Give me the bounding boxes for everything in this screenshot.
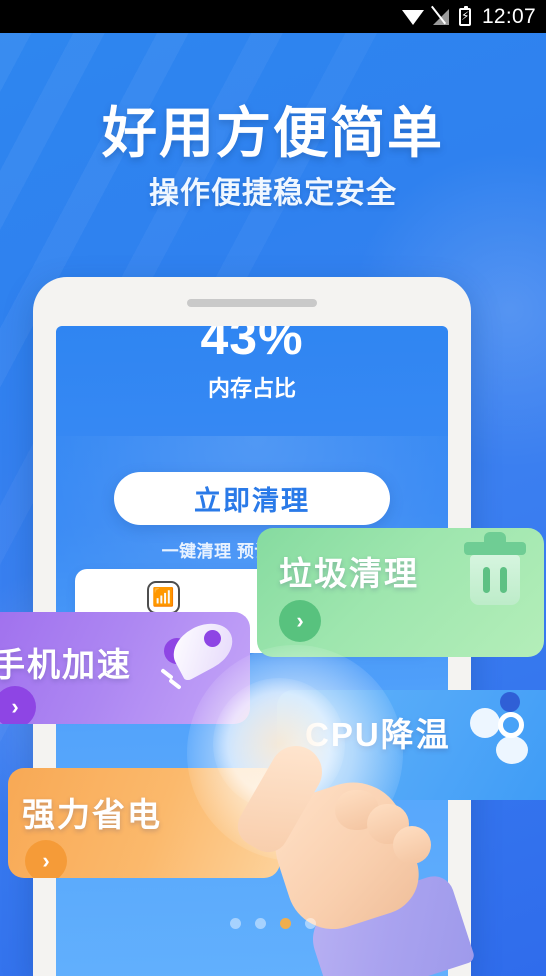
pagination-dot-1[interactable] [230,918,241,929]
rocket-icon [154,614,241,702]
memory-percent-label: 内存占比 [207,376,296,401]
bubbles-icon [466,692,538,772]
feature-card-junk-clean-title: 垃圾清理 [279,555,419,592]
feature-card-junk-clean-arrow[interactable]: › [279,600,321,642]
phone-speaker-grille [187,299,317,307]
pagination-dot-4[interactable] [305,918,316,929]
pagination-dot-3[interactable] [280,918,291,929]
page-title: 好用方便简单 [101,102,444,164]
feature-card-phone-boost[interactable]: 手机加速 › [0,612,250,724]
memory-percent-value: 43% [200,326,304,365]
page-subtitle: 操作便捷稳定安全 [149,177,397,210]
feature-card-junk-clean[interactable]: 垃圾清理 › [257,528,544,657]
status-bar: 12:07 [0,0,546,33]
pagination-dots [0,918,546,929]
onboarding-screen: 12:07 好用方便简单 操作便捷稳定安全 43% 内存占比 立即清理 一键清理… [0,0,546,976]
status-icons [401,5,471,26]
pagination-dot-2[interactable] [255,918,266,929]
feature-card-power-save-title: 强力省电 [22,796,162,833]
feature-card-power-save-arrow[interactable]: › [25,840,67,878]
feature-card-cpu-cool-title: CPU降温 [305,716,451,753]
trash-icon [464,530,526,606]
feature-card-cpu-cool[interactable]: CPU降温 [277,690,546,800]
wifi-icon [401,9,424,25]
wifi-boost-icon: 📶 [147,581,180,614]
clean-now-button[interactable]: 立即清理 [114,472,390,525]
feature-card-phone-boost-arrow[interactable]: › [0,686,36,724]
status-bar-clock: 12:07 [481,4,536,28]
feature-card-power-save[interactable]: 强力省电 › [8,768,280,878]
signal-off-icon [432,8,450,25]
feature-card-phone-boost-title: 手机加速 [0,646,132,683]
battery-charging-icon [458,5,471,26]
